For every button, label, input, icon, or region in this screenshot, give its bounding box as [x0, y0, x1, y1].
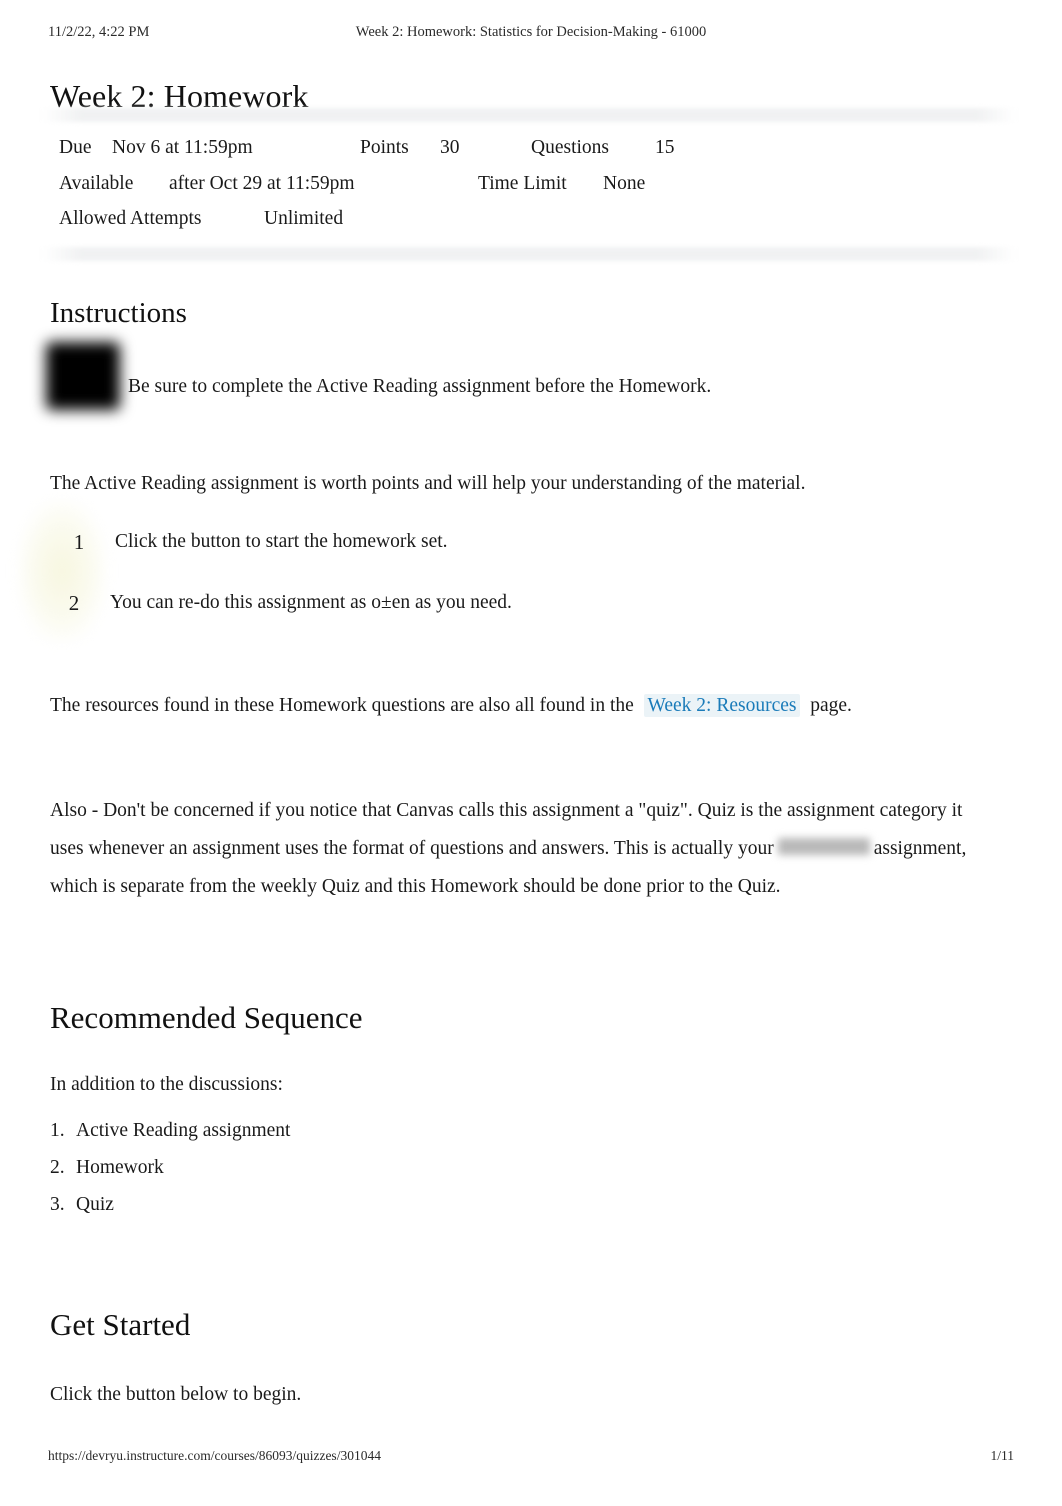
- list-item-label: Quiz: [76, 1194, 114, 1215]
- resources-text-after: page.: [810, 694, 852, 716]
- points-value: 30: [440, 137, 460, 158]
- step-2-text: You can re-do this assignment as o±en as…: [110, 592, 512, 613]
- meta-divider-top: [42, 108, 1016, 122]
- step-2-number: 2: [68, 591, 80, 615]
- step-1-number: 1: [73, 530, 85, 554]
- recommended-sequence-list: 1. Active Reading assignment 2. Homework 3…: [50, 1112, 650, 1223]
- get-started-heading: Get Started: [50, 1306, 191, 1342]
- due-label: Due: [59, 137, 92, 158]
- resources-paragraph: The resources found in these Homework qu…: [50, 687, 990, 725]
- meta-rows: Due Nov 6 at 11:59pm Points 30 Questions…: [42, 122, 1016, 239]
- questions-label: Questions: [531, 137, 609, 158]
- questions-value: 15: [655, 137, 675, 158]
- due-value: Nov 6 at 11:59pm: [112, 137, 253, 158]
- available-value: after Oct 29 at 11:59pm: [169, 172, 355, 194]
- list-item: 1. Active Reading assignment: [50, 1112, 650, 1149]
- time-limit-value: None: [603, 172, 646, 194]
- resources-text-before: The resources found in these Homework qu…: [50, 694, 634, 716]
- allowed-attempts-label: Allowed Attempts: [59, 208, 202, 229]
- quiz-meta-block: Due Nov 6 at 11:59pm Points 30 Questions…: [42, 108, 1016, 261]
- redacted-word: [777, 837, 870, 855]
- print-header: 11/2/22, 4:22 PM Week 2: Homework: Stati…: [0, 24, 1062, 44]
- print-footer: https://devryu.instructure.com/courses/8…: [0, 1448, 1062, 1468]
- recommended-intro-text: In addition to the discussions:: [50, 1073, 283, 1095]
- print-header-title: Week 2: Homework: Statistics for Decisio…: [355, 24, 707, 40]
- week-2-resources-link[interactable]: Week 2: Resources: [643, 693, 801, 717]
- list-item-label: Homework: [76, 1157, 164, 1178]
- get-started-text: Click the button below to begin.: [50, 1383, 302, 1405]
- meta-row-attempts: Allowed Attempts Unlimited: [42, 201, 1016, 237]
- footer-page-number: 1/11: [990, 1448, 1015, 1463]
- list-item-label: Active Reading assignment: [76, 1120, 291, 1141]
- available-label: Available: [59, 172, 134, 194]
- meta-divider-bottom: [42, 246, 1016, 261]
- instructions-callout-text: Be sure to complete the Active Reading a…: [128, 375, 712, 397]
- step-1-text: Click the button to start the homework s…: [115, 531, 448, 552]
- instructions-heading: Instructions: [50, 297, 187, 330]
- allowed-attempts-value: Unlimited: [264, 208, 344, 229]
- list-item-marker: 1.: [50, 1120, 65, 1141]
- list-item: 3. Quiz: [50, 1186, 650, 1223]
- redacted-block-icon: [46, 342, 120, 410]
- list-item-marker: 3.: [50, 1194, 65, 1215]
- footer-url: https://devryu.instructure.com/courses/8…: [48, 1448, 381, 1463]
- canvas-quiz-note-paragraph: Also - Don't be concerned if you notice …: [50, 792, 1000, 906]
- points-label: Points: [360, 137, 409, 158]
- active-reading-worth-paragraph: The Active Reading assignment is worth p…: [50, 472, 806, 494]
- time-limit-label: Time Limit: [478, 172, 567, 194]
- meta-row-due: Due Nov 6 at 11:59pm Points 30 Questions…: [42, 130, 1016, 166]
- meta-row-available: Available after Oct 29 at 11:59pm Time L…: [42, 166, 1016, 202]
- list-item-marker: 2.: [50, 1157, 65, 1178]
- recommended-sequence-heading: Recommended Sequence: [50, 999, 363, 1035]
- list-item: 2. Homework: [50, 1149, 650, 1186]
